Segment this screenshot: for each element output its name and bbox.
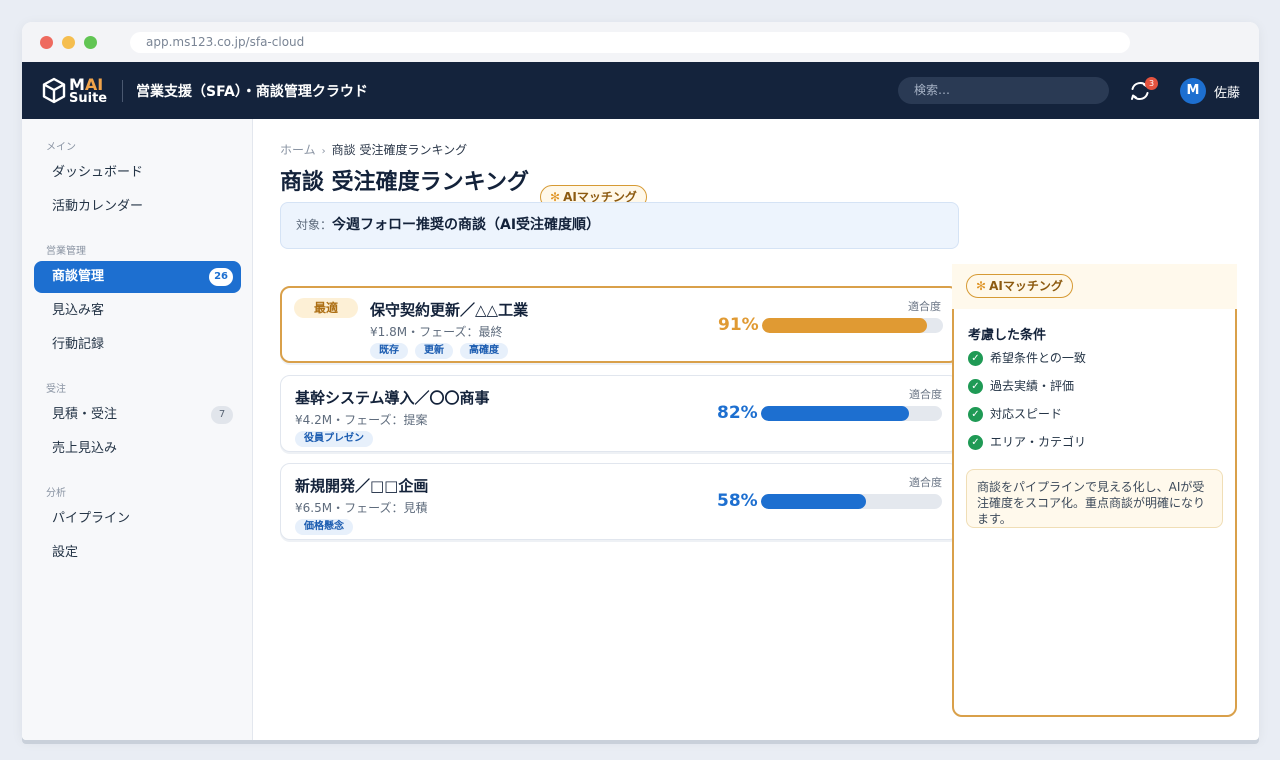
sidebar-item-label: 見積・受注 bbox=[52, 407, 118, 422]
hexagon-logo-icon bbox=[42, 77, 66, 104]
app-title: 営業支援（SFA）・商談管理クラウド bbox=[136, 84, 368, 100]
sparkle-icon: ✻ bbox=[976, 279, 987, 293]
sidebar-item-quotes-orders[interactable]: 見積・受注 7 bbox=[34, 399, 241, 431]
deal-meta: ¥4.2M・フェーズ：提案 bbox=[295, 413, 428, 427]
top-navigation-bar: MAI Suite 営業支援（SFA）・商談管理クラウド 検索… 3 M 佐藤 bbox=[22, 62, 1259, 119]
deal-meta: ¥6.5M・フェーズ：見積 bbox=[295, 501, 428, 515]
user-name[interactable]: 佐藤 bbox=[1214, 82, 1240, 101]
check-icon: ✓ bbox=[968, 379, 983, 394]
sidebar-item-prospects[interactable]: 見込み客 bbox=[34, 295, 241, 327]
maximize-window-button[interactable] bbox=[84, 36, 97, 49]
deal-name: 基幹システム導入／〇〇商事 bbox=[295, 389, 490, 407]
logo-suite-text: Suite bbox=[69, 91, 108, 106]
deal-tag: 高確度 bbox=[460, 343, 508, 359]
sidebar-item-pipeline[interactable]: パイプライン bbox=[34, 503, 241, 535]
sidebar-item-label: 商談管理 bbox=[52, 269, 105, 284]
score-percent: 91% bbox=[718, 315, 759, 335]
sidebar-item-label: 活動カレンダー bbox=[52, 199, 144, 214]
target-value: 今週フォロー推奨の商談（AI受注確度順） bbox=[332, 217, 601, 233]
score-bar-fill bbox=[761, 406, 910, 421]
target-filter-box: 対象：今週フォロー推奨の商談（AI受注確度順） bbox=[280, 202, 959, 249]
sidebar-item-label: 設定 bbox=[52, 545, 79, 560]
fit-label: 適合度 bbox=[909, 388, 942, 401]
score-bar-track bbox=[761, 494, 942, 509]
target-label: 対象： bbox=[296, 218, 333, 232]
deal-meta: ¥1.8M・フェーズ：最終 bbox=[370, 325, 503, 339]
deal-card[interactable]: 基幹システム導入／〇〇商事 ¥4.2M・フェーズ：提案 役員プレゼン 適合度 8… bbox=[280, 375, 959, 452]
panel-note: 商談をパイプラインで見える化し、AIが受注確度をスコア化。重点商談が明確になりま… bbox=[966, 469, 1223, 528]
deal-card[interactable]: 最適 保守契約更新／△△工業 ¥1.8M・フェーズ：最終 既存 更新 高確度 適… bbox=[280, 286, 959, 363]
sidebar-item-label: 売上見込み bbox=[52, 441, 118, 456]
check-icon: ✓ bbox=[968, 351, 983, 366]
notification-badge: 3 bbox=[1145, 77, 1158, 90]
sidebar-item-label: 見込み客 bbox=[52, 303, 105, 318]
ai-matching-panel: ✻ AIマッチング 考慮した条件 ✓ 希望条件との一致 ✓ 過去実績・評価 ✓ 対応スピ… bbox=[952, 264, 1237, 717]
score-bar-track bbox=[762, 318, 943, 333]
deal-tag: 価格懸念 bbox=[295, 519, 353, 535]
deal-card[interactable]: 新規開発／□□企画 ¥6.5M・フェーズ：見積 価格懸念 適合度 58% bbox=[280, 463, 959, 540]
score-percent: 58% bbox=[717, 491, 758, 511]
panel-header: ✻ AIマッチング bbox=[952, 264, 1237, 309]
sidebar-section-orders: 受注 bbox=[46, 384, 66, 395]
sidebar-item-activity-calendar[interactable]: 活動カレンダー bbox=[34, 191, 241, 223]
sidebar-item-label: パイプライン bbox=[52, 511, 131, 526]
header-divider bbox=[122, 80, 123, 102]
sidebar-item-settings[interactable]: 設定 bbox=[34, 537, 241, 569]
address-bar[interactable]: app.ms123.co.jp/sfa-cloud bbox=[130, 32, 1130, 53]
sidebar-section-main: メイン bbox=[46, 142, 76, 153]
sidebar-item-activity-log[interactable]: 行動記録 bbox=[34, 329, 241, 361]
breadcrumb-separator: › bbox=[321, 146, 326, 157]
score-bar-track bbox=[761, 406, 942, 421]
sidebar-item-sales-forecast[interactable]: 売上見込み bbox=[34, 433, 241, 465]
deal-tags: 役員プレゼン bbox=[295, 431, 373, 447]
condition-item: ✓ 対応スピード bbox=[968, 406, 1062, 422]
condition-item: ✓ エリア・カテゴリ bbox=[968, 434, 1086, 450]
avatar[interactable]: M bbox=[1180, 78, 1206, 104]
deal-name: 保守契約更新／△△工業 bbox=[370, 301, 529, 319]
fit-label: 適合度 bbox=[909, 476, 942, 489]
minimize-window-button[interactable] bbox=[62, 36, 75, 49]
condition-item: ✓ 希望条件との一致 bbox=[968, 350, 1086, 366]
condition-item: ✓ 過去実績・評価 bbox=[968, 378, 1074, 394]
page-title: 商談 受注確度ランキング bbox=[280, 170, 530, 195]
score-bar-fill bbox=[762, 318, 927, 333]
sidebar: メイン ダッシュボード 活動カレンダー 営業管理 商談管理 26 見込み客 行動… bbox=[22, 119, 253, 740]
quote-count-badge: 7 bbox=[211, 406, 233, 424]
breadcrumb: ホーム › 商談 受注確度ランキング bbox=[280, 141, 467, 158]
deal-tag: 役員プレゼン bbox=[295, 431, 373, 447]
breadcrumb-home-link[interactable]: ホーム bbox=[280, 143, 316, 157]
best-match-badge: 最適 bbox=[294, 298, 358, 318]
sidebar-item-dashboard[interactable]: ダッシュボード bbox=[34, 157, 241, 189]
score-percent: 82% bbox=[717, 403, 758, 423]
deal-count-badge: 26 bbox=[209, 268, 233, 286]
sidebar-item-label: 行動記録 bbox=[52, 337, 105, 352]
check-icon: ✓ bbox=[968, 407, 983, 422]
close-window-button[interactable] bbox=[40, 36, 53, 49]
deal-tags: 既存 更新 高確度 bbox=[370, 343, 508, 359]
deal-name: 新規開発／□□企画 bbox=[295, 477, 429, 495]
search-input[interactable]: 検索… bbox=[898, 77, 1109, 104]
deal-tag: 既存 bbox=[370, 343, 408, 359]
sidebar-item-deal-management[interactable]: 商談管理 26 bbox=[34, 261, 241, 293]
sidebar-section-analysis: 分析 bbox=[46, 488, 66, 499]
browser-chrome: app.ms123.co.jp/sfa-cloud bbox=[22, 22, 1259, 62]
check-icon: ✓ bbox=[968, 435, 983, 450]
breadcrumb-current: 商談 受注確度ランキング bbox=[331, 143, 468, 157]
mai-suite-logo[interactable]: MAI Suite bbox=[42, 74, 108, 108]
deal-tags: 価格懸念 bbox=[295, 519, 353, 535]
fit-label: 適合度 bbox=[908, 300, 941, 313]
score-bar-fill bbox=[761, 494, 866, 509]
ai-matching-badge: ✻ AIマッチング bbox=[966, 274, 1073, 298]
sidebar-section-sales-management: 営業管理 bbox=[46, 246, 86, 257]
deal-tag: 更新 bbox=[415, 343, 453, 359]
conditions-title: 考慮した条件 bbox=[968, 328, 1047, 343]
sidebar-item-label: ダッシュボード bbox=[52, 165, 144, 180]
